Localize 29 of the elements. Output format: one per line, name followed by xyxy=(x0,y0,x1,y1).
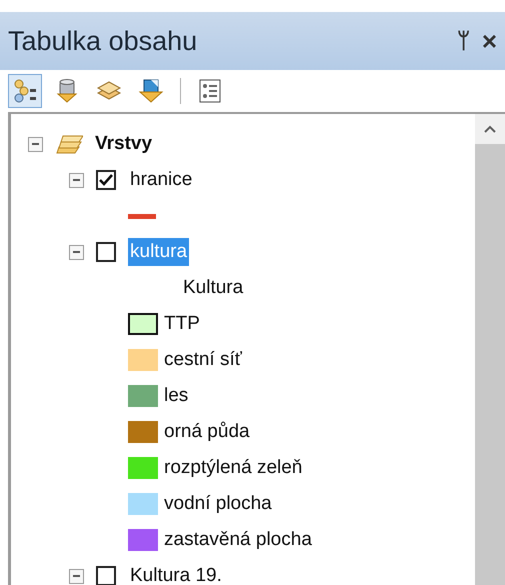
layer-name[interactable]: hranice xyxy=(128,166,194,194)
legend-label: TTP xyxy=(164,312,200,336)
layer-checkbox[interactable] xyxy=(96,170,116,190)
collapse-icon[interactable] xyxy=(69,568,84,584)
close-button[interactable]: × xyxy=(482,28,497,54)
collapse-icon[interactable] xyxy=(69,172,84,188)
legend-label: zastavěná plocha xyxy=(164,528,312,552)
scrollbar[interactable] xyxy=(475,114,505,585)
collapse-icon[interactable] xyxy=(28,136,43,152)
layer-list-icon xyxy=(12,78,38,104)
scroll-up-icon[interactable] xyxy=(484,125,496,133)
collapse-icon[interactable] xyxy=(69,244,84,260)
layers-icon xyxy=(55,133,83,155)
layer-checkbox[interactable] xyxy=(96,566,116,585)
legend-label: orná půda xyxy=(164,420,250,444)
pin-button[interactable]: ᛘ xyxy=(456,30,470,52)
legend-label: rozptýlená zeleň xyxy=(164,456,302,480)
legend-heading: Kultura xyxy=(183,276,244,300)
group-label[interactable]: Vrstvy xyxy=(95,130,152,158)
legend-label: cestní síť xyxy=(164,348,242,372)
list-options-icon xyxy=(199,79,221,103)
database-icon xyxy=(55,78,79,104)
layer-checkbox[interactable] xyxy=(96,242,116,262)
toolbar-button[interactable] xyxy=(8,74,42,108)
legend-label: vodní plocha xyxy=(164,492,272,516)
layer-name[interactable]: Kultura 19. xyxy=(128,562,224,585)
legend-label: les xyxy=(164,384,188,408)
window-title: Tabulka obsahu xyxy=(8,24,198,58)
selection-layer-icon xyxy=(138,78,164,104)
